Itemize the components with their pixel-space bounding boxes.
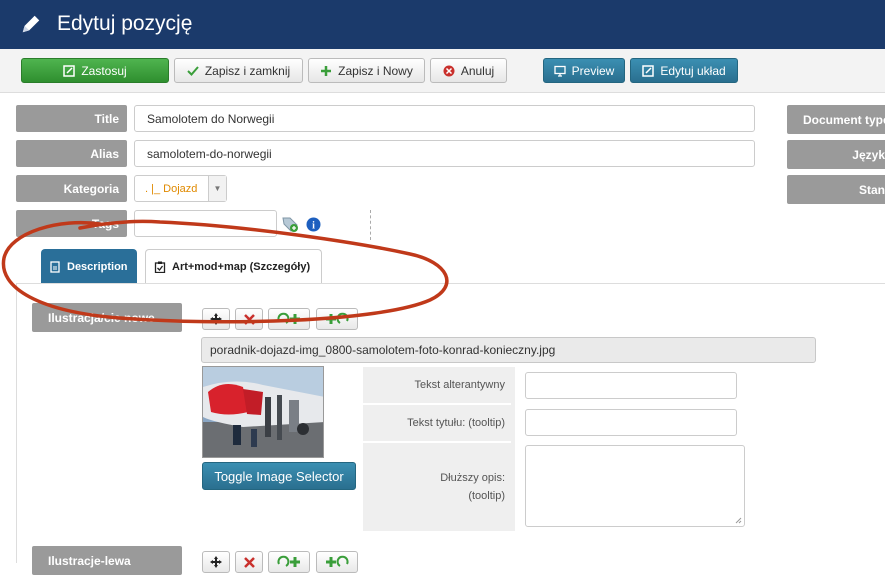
airplane-photo <box>203 367 323 457</box>
toggle-image-selector-button[interactable]: Toggle Image Selector <box>202 462 356 490</box>
divider <box>370 210 371 240</box>
edit-icon <box>642 64 655 77</box>
move-button[interactable] <box>202 551 230 573</box>
remove-button[interactable] <box>235 551 263 573</box>
toggle-image-selector-label: Toggle Image Selector <box>214 468 344 484</box>
move-icon <box>210 313 222 325</box>
apply-label: Zastosuj <box>81 63 127 78</box>
alias-label: Alias <box>16 140 127 167</box>
category-value: . |_ Dojazd <box>145 182 198 195</box>
section-label: Ilustracja/cie nowe <box>32 303 182 332</box>
resize-handle-icon[interactable] <box>734 516 742 524</box>
cancel-label: Anuluj <box>460 63 495 78</box>
close-icon <box>243 313 255 325</box>
image-filename[interactable]: poradnik-dojazd-img_0800-samolotem-foto-… <box>201 337 816 363</box>
description-label: Dłuższy opis: (tooltip) <box>363 443 511 531</box>
edit-icon <box>63 64 76 77</box>
save-close-button[interactable]: Zapisz i zamknij <box>174 58 303 83</box>
clipboard-check-icon <box>154 261 166 273</box>
tab-description[interactable]: Description <box>41 249 137 284</box>
preview-label: Preview <box>571 63 615 78</box>
alt-text-label: Tekst alterantywny <box>363 367 511 403</box>
cancel-button[interactable]: Anuluj <box>430 58 507 83</box>
save-new-button[interactable]: Zapisz i Nowy <box>308 58 425 83</box>
pencil-icon <box>22 15 40 33</box>
alias-input[interactable]: samolotem-do-norwegii <box>134 140 755 167</box>
add-after-button[interactable] <box>268 551 310 573</box>
toolbar: Zastosuj Zapisz i zamknij Zapisz i Nowy … <box>0 49 885 93</box>
add-after-icon <box>277 312 300 324</box>
category-label: Kategoria <box>16 175 127 202</box>
title-input[interactable]: Samolotem do Norwegii <box>134 105 755 132</box>
title-text-input[interactable] <box>525 409 737 436</box>
tags-label: Tags <box>16 210 127 237</box>
document-icon <box>50 260 60 273</box>
state-label: Stan <box>787 175 885 204</box>
edit-layout-button[interactable]: Edytuj układ <box>630 58 738 83</box>
preview-button[interactable]: Preview <box>543 58 625 83</box>
save-close-label: Zapisz i zamknij <box>204 63 291 78</box>
check-icon <box>187 65 199 76</box>
plus-icon <box>321 65 332 76</box>
language-label: Język <box>787 140 885 169</box>
grid-divider <box>511 367 515 531</box>
remove-button[interactable] <box>235 308 263 330</box>
apply-button[interactable]: Zastosuj <box>21 58 169 83</box>
description-label-text: Dłuższy opis: (tooltip) <box>440 472 505 502</box>
move-icon <box>210 556 222 568</box>
info-icon[interactable]: i <box>306 217 321 232</box>
alt-text-input[interactable] <box>525 372 737 399</box>
section-label: Ilustracje-lewa <box>32 546 182 575</box>
save-new-label: Zapisz i Nowy <box>338 63 413 78</box>
add-before-icon <box>326 312 349 324</box>
category-select[interactable]: . |_ Dojazd ▼ <box>134 175 227 202</box>
edit-layout-label: Edytuj układ <box>660 63 726 78</box>
close-icon <box>243 556 255 568</box>
tags-input[interactable] <box>134 210 277 237</box>
tab-label: Art+mod+map (Szczegóły) <box>172 261 311 273</box>
add-after-icon <box>277 555 300 567</box>
add-before-button[interactable] <box>316 551 358 573</box>
title-label: Title <box>16 105 127 132</box>
add-after-button[interactable] <box>268 308 310 330</box>
tab-details[interactable]: Art+mod+map (Szczegóły) <box>145 249 322 284</box>
description-textarea[interactable] <box>525 445 745 527</box>
cancel-icon <box>443 65 455 76</box>
title-text-label: Tekst tytułu: (tooltip) <box>363 405 511 441</box>
move-button[interactable] <box>202 308 230 330</box>
add-before-button[interactable] <box>316 308 358 330</box>
svg-text:i: i <box>312 221 315 232</box>
header-bar: Edytuj pozycję <box>0 0 885 49</box>
page-title: Edytuj pozycję <box>57 12 193 35</box>
document-type-label: Document type <box>787 105 885 134</box>
monitor-icon <box>554 65 566 77</box>
add-before-icon <box>326 555 349 567</box>
chevron-down-icon[interactable]: ▼ <box>208 176 226 201</box>
image-preview <box>202 366 324 458</box>
tag-add-icon[interactable] <box>282 216 299 233</box>
tab-label: Description <box>67 260 128 273</box>
